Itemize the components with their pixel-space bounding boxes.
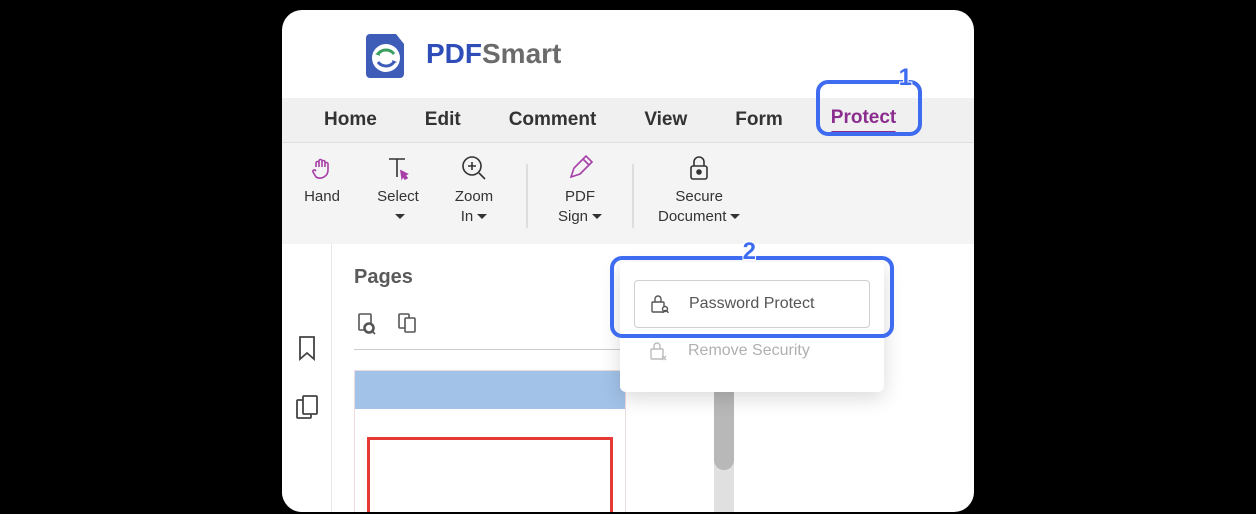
menu-protect[interactable]: Protect (807, 99, 920, 142)
app-logo-icon (360, 28, 412, 80)
tool-zoom-in-label: ZoomIn (455, 187, 493, 226)
pages-panel-title: Pages (354, 266, 630, 289)
lock-remove-icon (648, 340, 670, 362)
dropdown-password-protect[interactable]: Password Protect (634, 280, 870, 328)
page-thumbnail-area (354, 370, 630, 512)
chevron-down-icon (592, 214, 602, 219)
select-icon (381, 151, 415, 185)
tool-secure-document[interactable]: SecureDocument (658, 151, 740, 226)
zoom-in-icon (457, 151, 491, 185)
thumbnail-header-bar (355, 371, 625, 409)
brand-light: Smart (482, 38, 561, 69)
chevron-down-icon (395, 214, 405, 219)
thumbnail-selection-outline (367, 437, 613, 512)
tool-pdf-sign-label: PDFSign (558, 187, 602, 226)
lock-icon (682, 151, 716, 185)
menu-form[interactable]: Form (711, 101, 807, 139)
hand-icon (305, 151, 339, 185)
pages-icon[interactable] (293, 394, 321, 422)
pencil-icon (563, 151, 597, 185)
menu-comment[interactable]: Comment (485, 101, 621, 139)
tool-select-label: Select (377, 187, 419, 226)
dropdown-remove-security-label: Remove Security (688, 342, 810, 360)
app-window: PDFSmart Home Edit Comment View Form Pro… (282, 10, 974, 512)
menu-home[interactable]: Home (300, 101, 401, 139)
tool-select[interactable]: Select (370, 151, 426, 226)
dropdown-password-protect-label: Password Protect (689, 295, 814, 313)
chevron-down-icon (477, 214, 487, 219)
chevron-down-icon (730, 214, 740, 219)
secure-document-dropdown: Password Protect Remove Security (620, 262, 884, 392)
brand-bold: PDF (426, 38, 482, 69)
side-rail (282, 244, 332, 512)
pages-panel-actions (354, 311, 630, 335)
toolbar-divider (632, 164, 634, 228)
page-thumbnail[interactable] (354, 370, 626, 512)
menu-bar: Home Edit Comment View Form Protect 1 (282, 98, 974, 142)
app-header: PDFSmart (282, 10, 974, 98)
lock-person-icon (649, 293, 671, 315)
app-logo-text: PDFSmart (426, 38, 561, 70)
bookmark-icon[interactable] (293, 334, 321, 362)
tool-secure-document-label: SecureDocument (658, 187, 740, 226)
menu-view[interactable]: View (620, 101, 711, 139)
page-action-1-icon[interactable] (354, 311, 378, 335)
menu-edit[interactable]: Edit (401, 101, 485, 139)
pages-panel: Pages (332, 244, 652, 512)
ribbon-toolbar: Hand Select ZoomIn (282, 142, 974, 244)
toolbar-divider (526, 164, 528, 228)
tool-pdf-sign[interactable]: PDFSign (552, 151, 608, 226)
dropdown-remove-security[interactable]: Remove Security (634, 328, 870, 374)
tool-zoom-in[interactable]: ZoomIn (446, 151, 502, 226)
tool-hand[interactable]: Hand (294, 151, 350, 207)
tool-hand-label: Hand (304, 187, 340, 207)
panel-divider (354, 349, 630, 350)
page-action-2-icon[interactable] (396, 311, 420, 335)
